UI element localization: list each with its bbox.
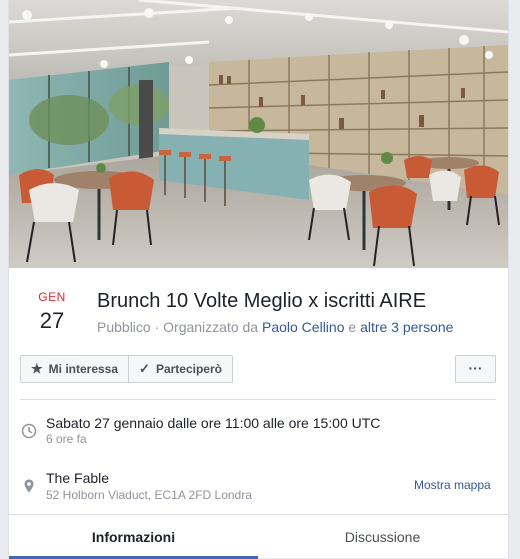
other-organizers-link[interactable]: altre 3 persone bbox=[360, 319, 453, 335]
restaurant-interior-image bbox=[9, 0, 508, 268]
check-icon: ✓ bbox=[139, 361, 150, 376]
event-actions: ★ Mi interessa ✓ Parteciperò bbox=[20, 355, 233, 383]
interested-label: Mi interessa bbox=[48, 362, 119, 376]
interested-button[interactable]: ★ Mi interessa bbox=[20, 355, 130, 383]
place-name[interactable]: The Fable bbox=[46, 470, 109, 486]
going-label: Parteciperò bbox=[155, 362, 222, 376]
event-day: 27 bbox=[39, 308, 65, 333]
event-title: Brunch 10 Volte Meglio x iscritti AIRE bbox=[97, 290, 427, 312]
event-tabs: Informazioni Discussione bbox=[9, 514, 508, 559]
organized-by-text: · Organizzato da bbox=[154, 319, 259, 335]
event-date-box: GEN 27 bbox=[29, 290, 75, 334]
event-meta: Pubblico · Organizzato da Paolo Cellino … bbox=[97, 319, 453, 335]
divider bbox=[20, 399, 496, 400]
star-icon: ★ bbox=[31, 361, 43, 376]
event-time-relative: 6 ore fa bbox=[46, 432, 87, 446]
event-month: GEN bbox=[38, 290, 66, 304]
organizer-link[interactable]: Paolo Cellino bbox=[262, 319, 345, 335]
going-button[interactable]: ✓ Parteciperò bbox=[129, 355, 233, 383]
cover-photo[interactable] bbox=[9, 0, 508, 268]
more-icon: ··· bbox=[468, 360, 483, 376]
show-map-link[interactable]: Mostra mappa bbox=[414, 478, 491, 492]
location-pin-icon bbox=[24, 479, 34, 493]
event-visibility: Pubblico bbox=[97, 319, 151, 335]
more-options-button[interactable]: ··· bbox=[455, 355, 496, 383]
tab-discussione[interactable]: Discussione bbox=[258, 515, 507, 559]
place-address: 52 Holborn Viaduct, EC1A 2FD Londra bbox=[46, 488, 252, 502]
clock-icon bbox=[21, 423, 37, 439]
event-time[interactable]: Sabato 27 gennaio dalle ore 11:00 alle o… bbox=[46, 415, 380, 431]
tab-informazioni[interactable]: Informazioni bbox=[9, 515, 258, 559]
event-card: GEN 27 Brunch 10 Volte Meglio x iscritti… bbox=[8, 0, 509, 559]
conjunction-text: e bbox=[348, 319, 357, 335]
